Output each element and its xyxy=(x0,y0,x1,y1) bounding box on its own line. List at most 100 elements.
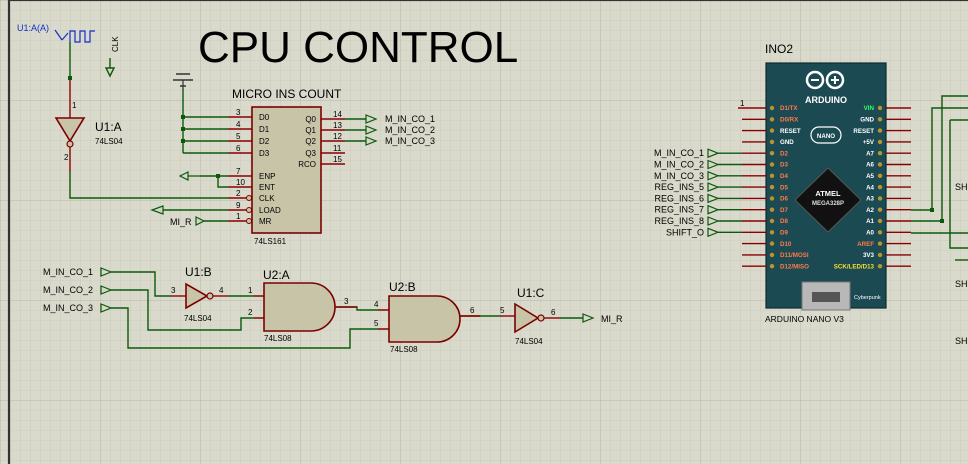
counter-pin-number: 11 xyxy=(333,144,342,153)
pad-icon xyxy=(877,173,883,178)
u2a-ref: U2:A xyxy=(263,268,290,282)
pad-icon xyxy=(769,151,775,156)
arduino-ref: INO2 xyxy=(765,42,793,56)
counter-pin-name: ENP xyxy=(259,172,275,181)
svg-text:4: 4 xyxy=(374,300,379,309)
counter-pin-number: 13 xyxy=(333,121,342,130)
pad-icon xyxy=(769,128,775,133)
arduino-pin-label: GND xyxy=(780,139,794,146)
inversion-bubble xyxy=(246,207,252,213)
counter-pin-name: Q0 xyxy=(305,115,316,124)
and-gate-u2a[interactable] xyxy=(263,282,336,332)
gate-input-1: M_IN_CO_1 xyxy=(43,267,93,277)
counter-pin-number: 5 xyxy=(236,132,241,141)
clock-probe-label: U1:A(A) xyxy=(17,23,49,33)
arduino-pin-label: D5 xyxy=(780,184,788,191)
arduino-model: ARDUINO NANO V3 xyxy=(765,314,844,324)
pad-icon xyxy=(769,196,775,201)
arduino-pin-label: D11/MOSI xyxy=(780,252,809,259)
svg-text:5: 5 xyxy=(374,319,379,328)
arduino-pin-label: A1 xyxy=(866,218,874,225)
arduino-pin-label: D7 xyxy=(780,207,788,214)
svg-text:MEGA328P: MEGA328P xyxy=(812,201,844,207)
arduino-pin-label: D0/RX xyxy=(780,117,799,124)
pad-icon xyxy=(877,196,883,201)
arduino-brand: ARDUINO xyxy=(805,95,847,105)
pad-icon xyxy=(769,139,775,145)
arduino-pin-label: RESET xyxy=(853,128,874,135)
mr-terminal-label: MI_R xyxy=(170,217,192,227)
arduino-pin-label: A5 xyxy=(866,173,874,180)
pad-icon xyxy=(769,162,775,167)
arduino-input-label: M_IN_CO_2 xyxy=(654,160,704,170)
svg-text:2: 2 xyxy=(248,308,253,317)
counter-pin-name: D3 xyxy=(259,149,270,158)
arduino-pin-label: D2 xyxy=(780,150,788,157)
pad-icon xyxy=(877,230,883,235)
arduino-input-label: M_IN_CO_3 xyxy=(654,171,704,181)
u2b-part: 74LS08 xyxy=(390,345,418,354)
u1c-part: 74LS04 xyxy=(515,337,543,346)
counter-pin-number: 10 xyxy=(236,178,245,187)
counter-pin-name: LOAD xyxy=(259,206,281,215)
clk-label: CLK xyxy=(111,36,120,52)
counter-pin-number: 3 xyxy=(236,108,241,117)
pad-icon xyxy=(769,252,775,258)
arduino-pin-label: D12/MISO xyxy=(780,263,809,270)
counter-pin-name: D2 xyxy=(259,137,270,146)
arduino-input-label: REG_INS_8 xyxy=(654,216,704,226)
svg-text:4: 4 xyxy=(219,286,224,295)
gate-input-3: M_IN_CO_3 xyxy=(43,303,93,313)
pad-icon xyxy=(769,184,775,190)
arduino-pin-label: 3V3 xyxy=(863,252,875,259)
page-title: CPU CONTROL xyxy=(198,23,518,72)
pad-icon xyxy=(769,105,775,111)
u1b-part: 74LS04 xyxy=(184,314,212,323)
pad-icon xyxy=(769,173,775,178)
pad-icon xyxy=(769,207,775,212)
schematic-svg[interactable]: CPU CONTROL U1:A(A) 1 CLK U1:A 74LS04 2 … xyxy=(0,0,968,464)
u1c-ref: U1:C xyxy=(517,286,545,300)
svg-text:3: 3 xyxy=(344,297,349,306)
svg-text:3: 3 xyxy=(171,286,176,295)
inversion-bubble xyxy=(246,195,252,201)
right-edge-label-2: SH xyxy=(955,279,968,289)
counter-pin-number: 6 xyxy=(236,144,241,153)
u1b-ref: U1:B xyxy=(185,265,212,279)
arduino-pin-label: D1/TX xyxy=(780,105,798,112)
u1a-ref: U1:A xyxy=(95,120,122,134)
counter-pin-number: 14 xyxy=(333,110,342,119)
arduino-input-label: REG_INS_5 xyxy=(654,182,704,192)
pad-icon xyxy=(877,105,883,111)
counter-pin-name: Q2 xyxy=(305,137,316,146)
pad-icon xyxy=(877,162,883,167)
pad-icon xyxy=(769,218,775,224)
arduino-pin-label: D6 xyxy=(780,196,788,203)
arduino-pin-label: A2 xyxy=(866,207,874,214)
counter-pin-name: RCO xyxy=(298,160,316,169)
svg-text:6: 6 xyxy=(551,308,556,317)
svg-text:1: 1 xyxy=(72,101,77,110)
arduino-pin-label: D9 xyxy=(780,230,788,237)
u1a-part: 74LS04 xyxy=(95,137,123,146)
right-edge-label-3: SH xyxy=(955,336,968,346)
counter-pin-number: 1 xyxy=(236,212,241,221)
counter-pin-number: 7 xyxy=(236,167,241,176)
arduino-pin-label: A3 xyxy=(866,196,874,203)
counter-pin-name: CLK xyxy=(259,194,275,203)
arduino-pin-label: D8 xyxy=(780,218,788,225)
counter-pin-number: 2 xyxy=(236,189,241,198)
arduino-pin-label: SCK/LED/D13 xyxy=(834,263,875,270)
and-gate-u2b[interactable] xyxy=(388,295,461,343)
counter-title: MICRO INS COUNT xyxy=(232,87,342,101)
pad-icon xyxy=(877,117,883,122)
schematic-canvas[interactable]: CPU CONTROL U1:A(A) 1 CLK U1:A 74LS04 2 … xyxy=(0,0,968,464)
svg-text:2: 2 xyxy=(64,153,69,162)
arduino-pin-label: D10 xyxy=(780,241,792,248)
pad-icon xyxy=(769,241,775,246)
svg-text:1: 1 xyxy=(740,99,745,108)
pad-icon xyxy=(877,151,883,156)
arduino-pin-label: GND xyxy=(860,117,874,124)
arduino-pin-label: D4 xyxy=(780,173,788,180)
counter-pin-name: Q1 xyxy=(305,126,316,135)
